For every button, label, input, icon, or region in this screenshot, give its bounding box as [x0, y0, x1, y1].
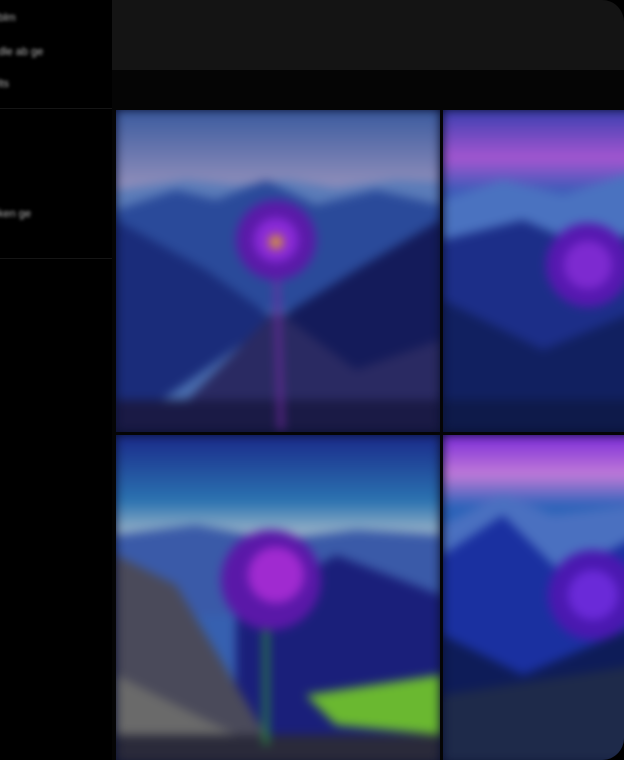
sidebar-divider — [0, 258, 112, 259]
flower-valley-image — [116, 110, 440, 432]
gallery-image[interactable] — [443, 110, 624, 432]
image-gallery — [116, 110, 624, 760]
sidebar-item[interactable]: lts — [0, 78, 9, 90]
gallery-image[interactable] — [443, 435, 624, 760]
flower-ridge-image — [443, 110, 624, 432]
sidebar-item[interactable]: blm — [0, 12, 16, 24]
sidebar-item[interactable]: dle ab ge — [0, 46, 43, 58]
gallery-image[interactable] — [116, 435, 440, 760]
flower-peaks-image — [443, 435, 624, 760]
top-bar — [112, 0, 624, 70]
app-window: blm dle ab ge lts ken ge — [0, 0, 624, 760]
sidebar-divider — [0, 108, 112, 109]
flower-slope-image — [116, 435, 440, 760]
sidebar-item[interactable]: ken ge — [0, 208, 31, 220]
sidebar: blm dle ab ge lts ken ge — [0, 0, 112, 760]
gallery-image[interactable] — [116, 110, 440, 432]
